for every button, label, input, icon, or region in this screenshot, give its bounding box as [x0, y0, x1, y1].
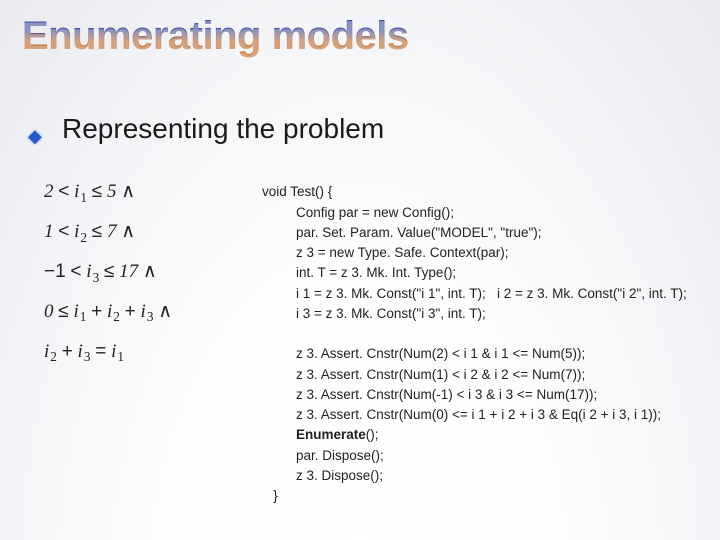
code-line: z 3. Dispose();: [262, 466, 383, 486]
code-line: int. T = z 3. Mk. Int. Type();: [262, 263, 456, 283]
code-line: i 1 = z 3. Mk. Const("i 1", int. T); i 2…: [262, 284, 687, 304]
code-line: z 3. Assert. Cnstr(Num(1) < i 2 & i 2 <=…: [262, 365, 585, 385]
code-line: i 3 = z 3. Mk. Const("i 3", int. T);: [262, 304, 486, 324]
code-line: par. Set. Param. Value("MODEL", "true");: [262, 223, 542, 243]
slide: Enumerating models ◆ Representing the pr…: [0, 0, 720, 540]
code-line: void Test() {: [262, 184, 332, 199]
code-block: void Test() { Config par = new Config();…: [262, 162, 687, 527]
code-line: z 3 = new Type. Safe. Context(par);: [262, 243, 509, 263]
code-line: z 3. Assert. Cnstr(Num(2) < i 1 & i 1 <=…: [262, 344, 585, 364]
slide-title: Enumerating models: [22, 14, 409, 59]
enumerate-call: Enumerate: [296, 427, 366, 442]
code-line: z 3. Assert. Cnstr(Num(0) <= i 1 + i 2 +…: [262, 405, 661, 425]
eq-line-3: −1 < i3 ≤ 17 ∧: [44, 252, 172, 292]
code-line: Enumerate();: [262, 425, 379, 445]
slide-subheading: Representing the problem: [62, 113, 384, 145]
eq-line-1: 2 < i1 ≤ 5 ∧: [44, 172, 172, 212]
code-line: Config par = new Config();: [262, 203, 454, 223]
code-line: par. Dispose();: [262, 446, 384, 466]
code-line: }: [262, 488, 278, 503]
code-line: z 3. Assert. Cnstr(Num(-1) < i 3 & i 3 <…: [262, 385, 597, 405]
eq-line-2: 1 < i2 ≤ 7 ∧: [44, 212, 172, 252]
bullet-icon: ◆: [28, 126, 42, 147]
eq-line-5: i2 + i3 = i1: [44, 332, 172, 372]
equations-block: 2 < i1 ≤ 5 ∧ 1 < i2 ≤ 7 ∧ −1 < i3 ≤ 17 ∧…: [44, 172, 172, 371]
eq-line-4: 0 ≤ i1 + i2 + i3 ∧: [44, 292, 172, 332]
